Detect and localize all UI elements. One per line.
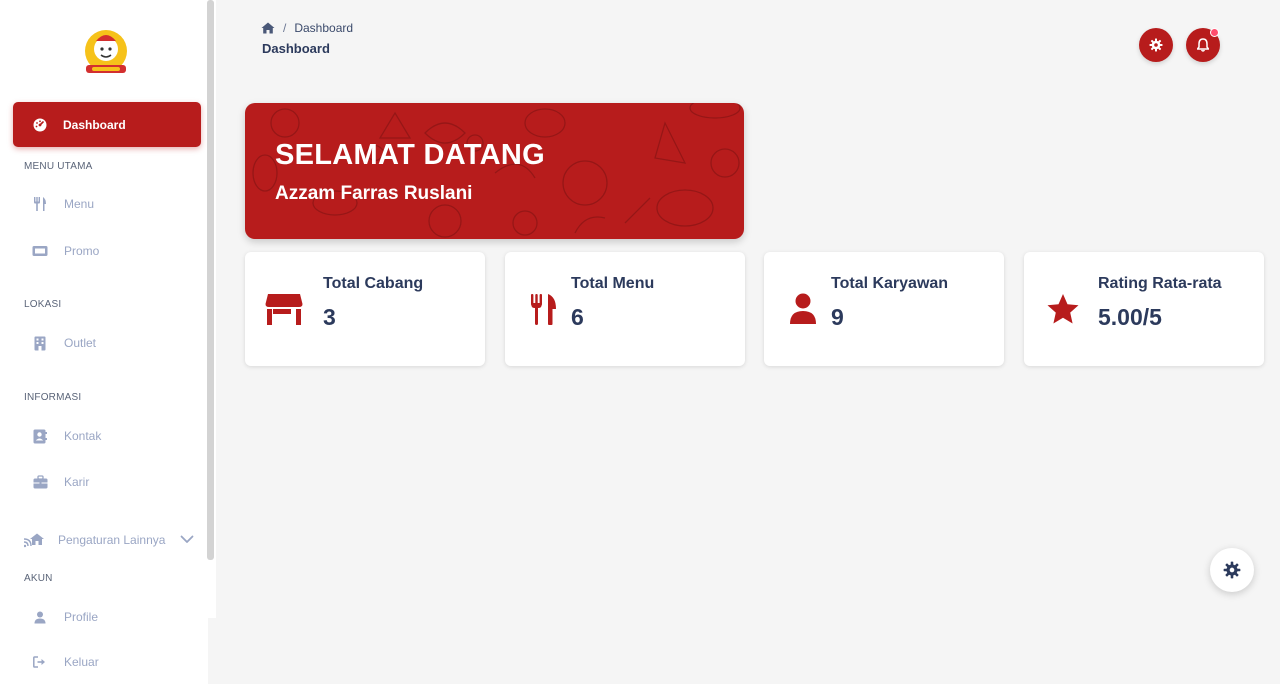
sidebar-item-keluar[interactable]: Keluar <box>32 652 99 672</box>
stat-value: 6 <box>571 304 584 330</box>
gear-icon <box>1149 38 1163 52</box>
app-root: Dashboard MENU UTAMA Menu Promo LOKASI O… <box>0 0 1280 684</box>
dashboard-gauge-icon <box>33 118 47 132</box>
sidebar-item-pengaturan-lainnya[interactable]: Pengaturan Lainnya <box>24 530 165 550</box>
sidebar-item-label: Promo <box>64 244 100 258</box>
settings-button[interactable] <box>1139 28 1173 62</box>
sidebar-item-label: Karir <box>64 475 90 489</box>
breadcrumb-current: Dashboard <box>294 21 354 35</box>
stat-value: 9 <box>831 304 844 330</box>
ticket-icon <box>32 243 48 259</box>
page-title: Dashboard <box>262 41 330 56</box>
banner-user-name: Azzam Farras Ruslani <box>275 183 473 204</box>
stat-value: 5.00/5 <box>1098 304 1162 330</box>
section-label-informasi: INFORMASI <box>24 392 82 403</box>
utensils-icon <box>32 196 48 212</box>
store-icon <box>265 292 303 326</box>
sidebar-item-promo[interactable]: Promo <box>32 241 99 261</box>
sidebar-item-menu[interactable]: Menu <box>32 194 94 214</box>
stat-label: Total Karyawan <box>831 275 949 292</box>
sidebar-item-karir[interactable]: Karir <box>32 472 89 492</box>
welcome-banner: SELAMAT DATANG Azzam Farras Ruslani <box>245 103 744 239</box>
star-icon <box>1044 292 1082 326</box>
stat-card-total-cabang: Total Cabang 3 <box>245 252 485 366</box>
stat-card-total-karyawan: Total Karyawan 9 <box>764 252 1004 366</box>
stat-value: 3 <box>323 304 336 330</box>
section-label-akun: AKUN <box>24 573 53 584</box>
building-icon <box>32 335 48 351</box>
sidebar-item-outlet[interactable]: Outlet <box>32 333 96 353</box>
gear-icon <box>1223 561 1241 579</box>
stat-label: Total Menu <box>571 275 655 292</box>
house-signal-icon <box>24 532 44 548</box>
briefcase-icon <box>32 474 48 490</box>
sidebar-item-profile[interactable]: Profile <box>32 607 98 627</box>
stat-label: Rating Rata-rata <box>1098 275 1222 292</box>
sidebar-item-dashboard[interactable]: Dashboard <box>13 102 201 147</box>
main-content-footer-area <box>208 618 1280 684</box>
home-icon[interactable] <box>261 22 275 34</box>
sidebar-item-label: Pengaturan Lainnya <box>58 533 166 547</box>
section-label-menu-utama: MENU UTAMA <box>24 161 93 172</box>
floating-settings-button[interactable] <box>1210 548 1254 592</box>
sidebar-item-label: Dashboard <box>63 117 126 132</box>
stat-label: Total Cabang <box>323 275 424 292</box>
sidebar-item-label: Keluar <box>64 655 99 669</box>
utensils-icon <box>525 292 563 326</box>
address-book-icon <box>32 428 48 444</box>
sidebar: Dashboard MENU UTAMA Menu Promo LOKASI O… <box>0 0 208 684</box>
user-icon <box>32 609 48 625</box>
sidebar-item-label: Menu <box>64 197 95 211</box>
sidebar-item-kontak[interactable]: Kontak <box>32 426 101 446</box>
sign-out-icon <box>32 654 48 670</box>
breadcrumb-separator: / <box>283 21 287 35</box>
sidebar-item-label: Outlet <box>64 336 97 350</box>
sidebar-item-label: Profile <box>64 610 99 624</box>
stat-card-total-menu: Total Menu 6 <box>505 252 745 366</box>
breadcrumb: / Dashboard <box>261 21 353 35</box>
sidebar-item-label: Kontak <box>64 429 102 443</box>
restaurant-logo[interactable] <box>80 27 132 79</box>
chevron-down-icon[interactable] <box>180 532 194 546</box>
section-label-lokasi: LOKASI <box>24 299 62 310</box>
stat-card-rating: Rating Rata-rata 5.00/5 <box>1024 252 1264 366</box>
notification-badge <box>1210 28 1219 37</box>
bell-icon <box>1197 38 1209 52</box>
sidebar-scrollbar[interactable] <box>207 0 214 560</box>
banner-title: SELAMAT DATANG <box>275 139 546 171</box>
user-icon <box>784 292 822 326</box>
